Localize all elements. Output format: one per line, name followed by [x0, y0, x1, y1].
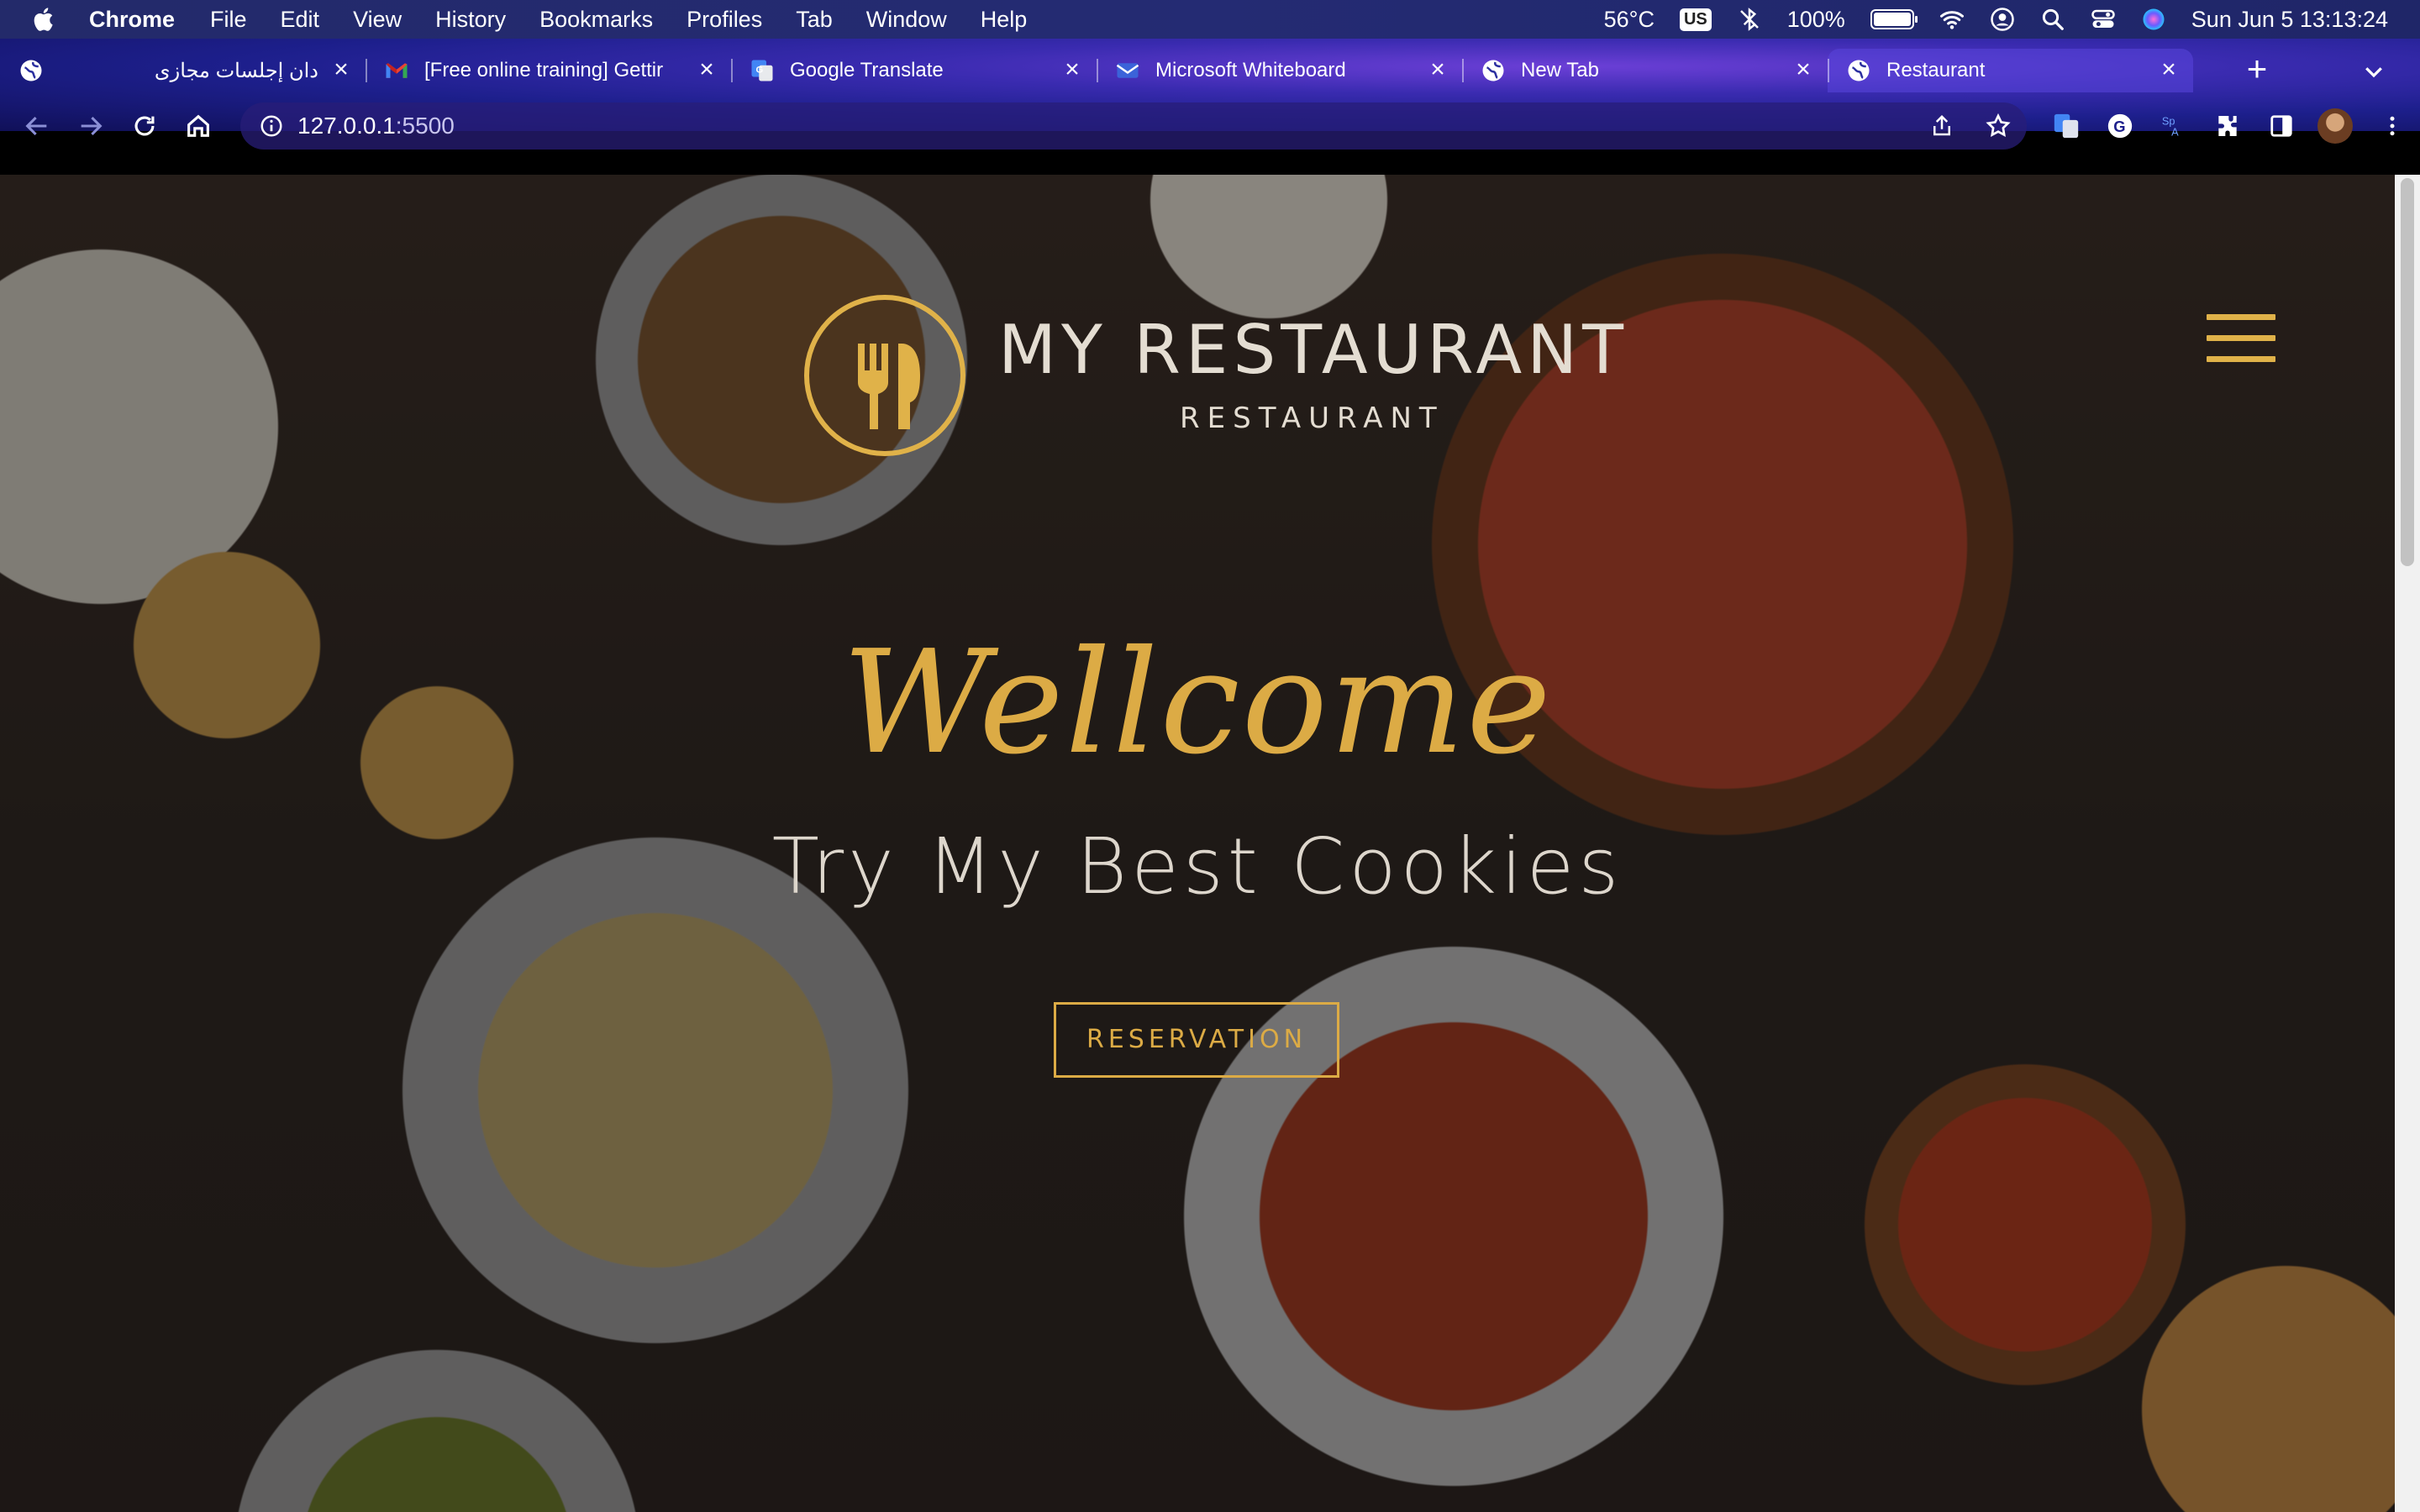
google-translate-extension[interactable]	[2052, 112, 2081, 140]
tab-restaurant[interactable]: Restaurant ×	[1828, 49, 2193, 92]
welcome-heading: Wellcome	[842, 620, 1553, 786]
close-tab-icon[interactable]: ×	[1061, 57, 1083, 82]
bookmark-star-icon[interactable]	[1985, 113, 2012, 139]
puzzle-icon	[2218, 116, 2237, 136]
siri-icon[interactable]	[2141, 7, 2166, 32]
battery-percent[interactable]: 100%	[1787, 7, 1845, 33]
globe-icon	[1848, 60, 1870, 81]
reservation-button[interactable]: RESERVATION	[1054, 1002, 1339, 1078]
tab-search-chevron-icon[interactable]	[2361, 59, 2386, 84]
svg-text:G: G	[756, 66, 764, 76]
home-icon	[187, 114, 209, 137]
tab-title: Google Translate	[790, 59, 944, 81]
close-tab-icon[interactable]: ×	[2158, 57, 2180, 82]
brand-subtitle: RESTAURANT	[1180, 402, 1444, 435]
browser-toolbar: 127.0.0.1:5500 G Sp A	[0, 92, 2420, 160]
forward-button[interactable]	[72, 108, 109, 144]
temperature-status[interactable]: 56°C	[1604, 7, 1655, 33]
hamburger-menu-icon[interactable]	[2207, 314, 2275, 368]
arrow-left-icon	[25, 116, 47, 136]
url-port: :5500	[395, 113, 455, 139]
reload-icon	[134, 116, 155, 136]
tab-title: Microsoft Whiteboard	[1155, 59, 1346, 81]
globe-icon	[1482, 60, 1504, 81]
tab-title: Restaurant	[1886, 59, 1986, 81]
brand-title[interactable]: MY RESTAURANT	[998, 311, 1628, 389]
tab-google-translate[interactable]: G Google Translate ×	[731, 49, 1097, 92]
side-panel-button[interactable]	[2267, 112, 2296, 140]
svg-text:G: G	[2113, 118, 2125, 135]
close-tab-icon[interactable]: ×	[696, 57, 718, 82]
mail-icon	[1116, 63, 1139, 78]
tab-title: دان إجلسات مجازى	[154, 59, 318, 82]
menu-window[interactable]: Window	[866, 7, 947, 33]
menu-help[interactable]: Help	[981, 7, 1028, 33]
fork-knife-icon	[858, 344, 920, 429]
hero-section: MY RESTAURANT RESTAURANT Wellcome Try My…	[0, 175, 2395, 1512]
tab-new-tab[interactable]: New Tab ×	[1462, 49, 1828, 92]
spotlight-search-icon[interactable]	[2040, 7, 2065, 32]
grammarly-icon: G	[2107, 113, 2133, 139]
dictionary-extension[interactable]: Sp A	[2160, 112, 2188, 140]
url-host: 127.0.0.1	[297, 113, 396, 139]
gmail-icon	[386, 63, 408, 78]
menu-view[interactable]: View	[353, 7, 402, 33]
wifi-icon[interactable]	[1939, 7, 1965, 32]
more-vertical-icon	[2390, 116, 2395, 136]
browser-menu-button[interactable]	[2378, 112, 2407, 140]
arrow-right-icon	[81, 116, 103, 136]
menu-history[interactable]: History	[435, 7, 506, 33]
side-panel-icon	[2270, 115, 2292, 137]
home-button[interactable]	[180, 108, 217, 144]
page-scrollbar[interactable]	[2395, 175, 2420, 1512]
close-tab-icon[interactable]: ×	[330, 57, 352, 82]
translate-extension-icon	[2054, 113, 2079, 139]
bluetooth-off-icon[interactable]	[1737, 7, 1762, 32]
control-center-icon[interactable]	[2091, 7, 2116, 32]
browser-tab-strip: دان إجلسات مجازى × [Free online training…	[0, 39, 2420, 150]
menu-edit[interactable]: Edit	[281, 7, 320, 33]
back-button[interactable]	[18, 108, 55, 144]
close-tab-icon[interactable]: ×	[1427, 57, 1449, 82]
input-source-badge[interactable]: US	[1679, 8, 1712, 31]
tab-gmail-training[interactable]: [Free online training] Gettir ×	[366, 49, 731, 92]
hero-tagline: Try My Best Cookies	[771, 822, 1623, 911]
svg-text:A: A	[2171, 125, 2179, 138]
profile-avatar[interactable]	[2317, 108, 2353, 144]
restaurant-hero-background: MY RESTAURANT RESTAURANT Wellcome Try My…	[0, 175, 2395, 1512]
restaurant-logo[interactable]	[804, 295, 965, 456]
tab-microsoft-whiteboard[interactable]: Microsoft Whiteboard ×	[1097, 49, 1462, 92]
new-tab-button[interactable]: +	[2235, 49, 2279, 92]
share-icon[interactable]	[1929, 113, 1954, 139]
app-menu-chrome[interactable]: Chrome	[89, 7, 175, 33]
menu-file[interactable]: File	[210, 7, 247, 33]
menu-bookmarks[interactable]: Bookmarks	[539, 7, 653, 33]
user-account-icon[interactable]	[1990, 7, 2015, 32]
scrollbar-thumb[interactable]	[2401, 178, 2414, 566]
battery-icon[interactable]	[1870, 9, 1918, 29]
reload-button[interactable]	[126, 108, 163, 144]
tab-title: New Tab	[1521, 59, 1599, 81]
apple-icon[interactable]	[30, 5, 59, 34]
globe-icon	[20, 60, 42, 81]
extensions-button[interactable]	[2213, 112, 2242, 140]
macos-menu-bar: Chrome File Edit View History Bookmarks …	[0, 0, 2420, 39]
grammar-extension[interactable]: G	[2106, 112, 2134, 140]
menu-profiles[interactable]: Profiles	[687, 7, 762, 33]
address-bar[interactable]: 127.0.0.1:5500	[240, 102, 2027, 150]
close-tab-icon[interactable]: ×	[1792, 57, 1814, 82]
tab-title: [Free online training] Gettir	[424, 59, 664, 81]
google-translate-icon: G	[751, 60, 773, 81]
tab-arabic-session[interactable]: دان إجلسات مجازى ×	[0, 49, 366, 92]
clock-datetime[interactable]: Sun Jun 5 13:13:24	[2191, 7, 2388, 33]
language-extension-icon: SpA	[2162, 115, 2179, 139]
menu-tab[interactable]: Tab	[796, 7, 833, 33]
site-info-icon[interactable]	[259, 113, 284, 139]
